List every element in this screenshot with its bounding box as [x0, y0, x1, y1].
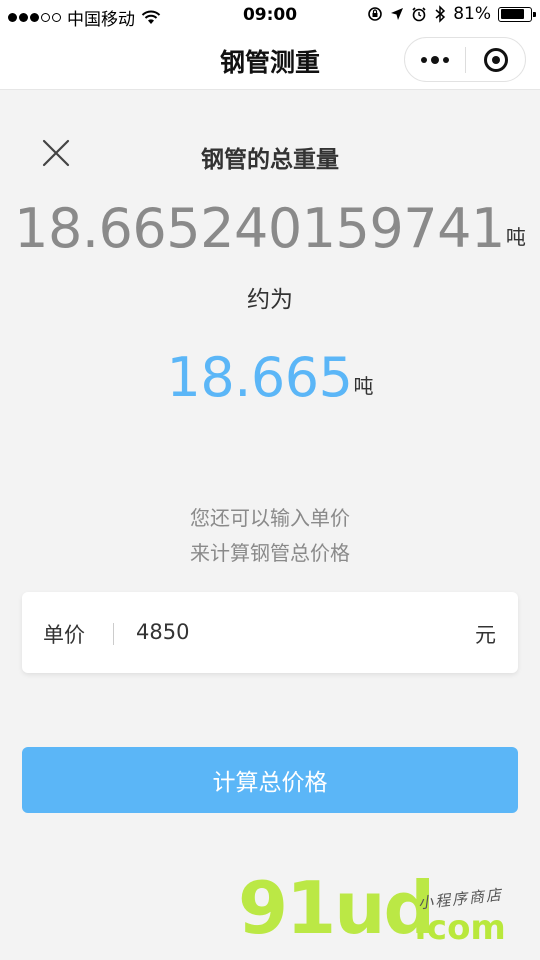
- weight-rounded-unit: 吨: [353, 374, 374, 398]
- watermark-brand: 91ud: [238, 866, 435, 950]
- price-label: 单价: [43, 623, 85, 647]
- calculate-total-price-button[interactable]: 计算总价格: [22, 747, 518, 813]
- nav-bar: 钢管测重: [0, 32, 540, 90]
- weight-rounded-row: 18.665 吨: [0, 345, 540, 411]
- alarm-icon: [412, 7, 426, 22]
- status-right: 81%: [367, 4, 536, 24]
- bluetooth-icon: [435, 5, 446, 23]
- battery-percent: 81%: [453, 4, 491, 24]
- battery-fill: [500, 9, 524, 19]
- mini-program-capsule: [404, 37, 526, 82]
- price-divider: [113, 623, 114, 645]
- more-dots-icon: [443, 56, 449, 63]
- hint-line-2: 来计算钢管总价格: [190, 541, 350, 565]
- more-button[interactable]: [405, 38, 465, 81]
- close-target-icon: [483, 47, 508, 72]
- rotation-lock-icon: [368, 7, 383, 21]
- weight-rounded-value: 18.665: [166, 346, 353, 409]
- more-dots-icon: [421, 56, 427, 63]
- watermark-logo: 91ud 小程序商店 .com: [238, 866, 538, 960]
- weight-full-value: 18.665240159741: [14, 197, 505, 260]
- approx-label: 约为: [247, 287, 293, 313]
- status-bar: 中国移动 09:00 81%: [0, 0, 540, 32]
- battery-icon: [498, 6, 536, 22]
- price-unit: 元: [475, 623, 496, 647]
- weight-full-row: 18.665240159741 吨: [0, 196, 540, 262]
- more-dots-icon: [431, 55, 439, 64]
- location-icon: [391, 8, 404, 20]
- price-card: 单价 元: [22, 592, 518, 673]
- hint-line-1: 您还可以输入单价: [190, 506, 350, 530]
- price-input[interactable]: [136, 612, 436, 652]
- close-mini-program-button[interactable]: [466, 38, 525, 81]
- watermark-domain: .com: [414, 908, 506, 948]
- weight-full-unit: 吨: [505, 225, 526, 249]
- result-title: 钢管的总重量: [201, 147, 339, 173]
